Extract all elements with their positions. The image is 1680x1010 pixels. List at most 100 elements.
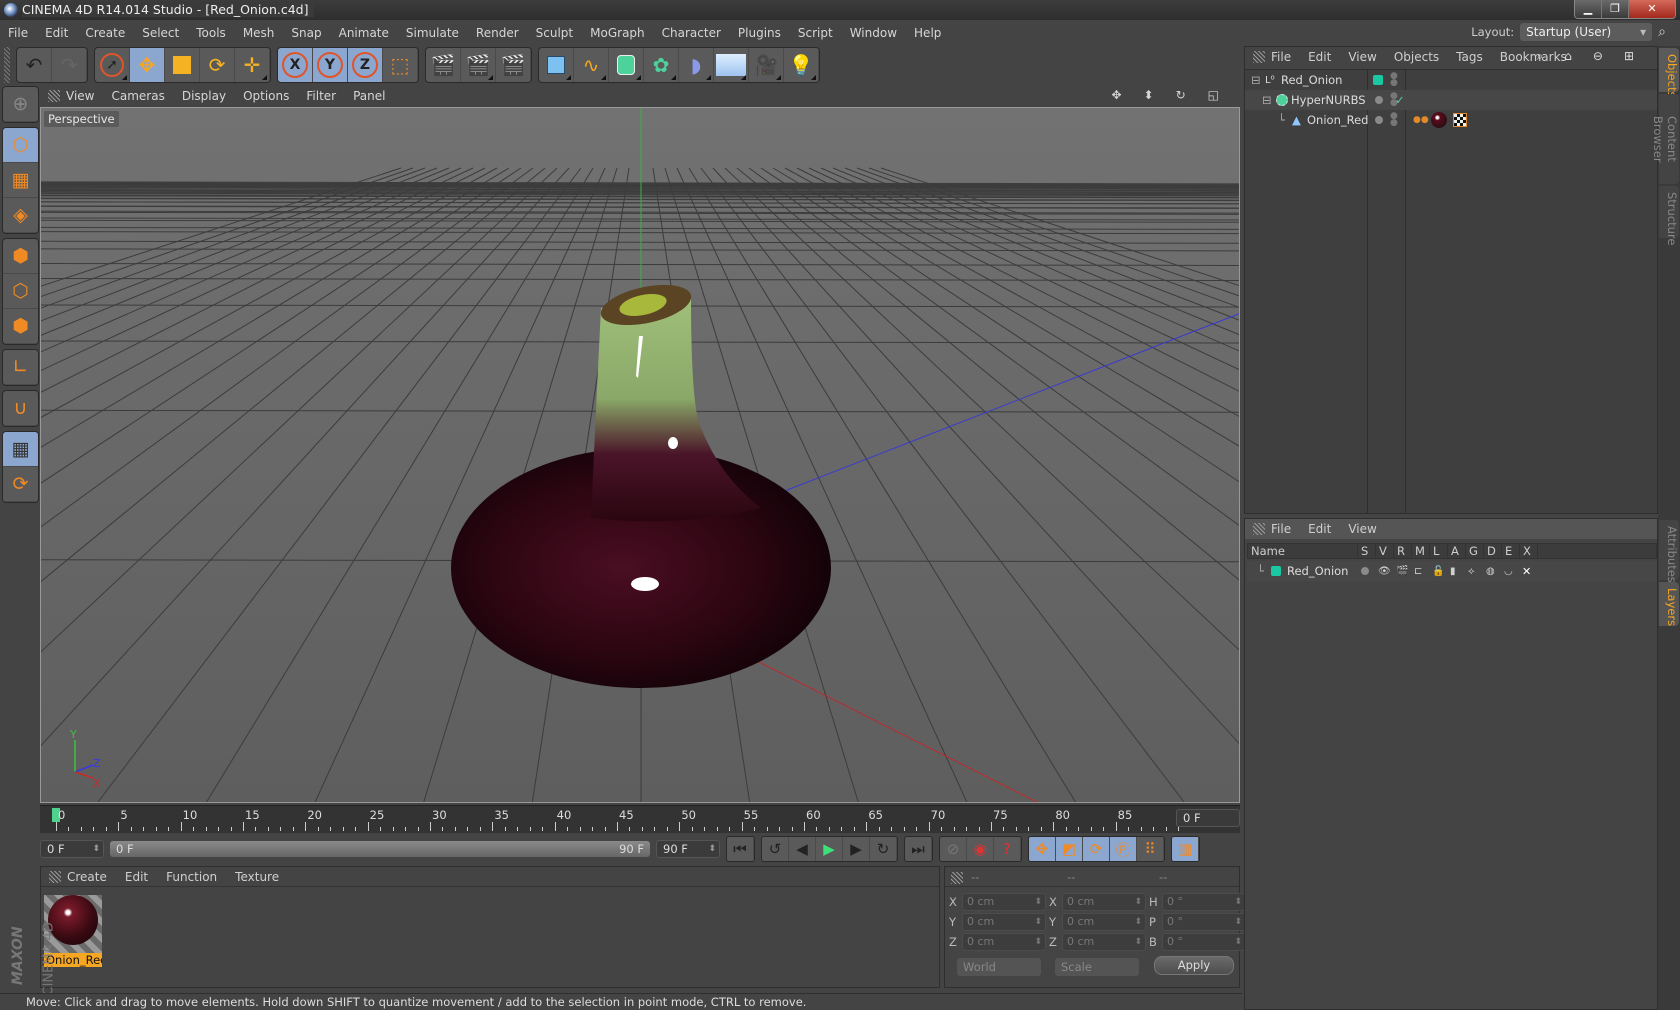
column-xrefs[interactable]: X — [1520, 544, 1538, 558]
xrefs-toggle-icon[interactable]: ✕ — [1522, 565, 1531, 578]
workplane-align-icon[interactable]: ⟳ — [3, 467, 38, 502]
timeline-icon[interactable]: ▥ — [1172, 837, 1199, 861]
z-axis-lock-icon[interactable]: Z — [348, 48, 383, 82]
column-expressions[interactable]: E — [1502, 544, 1520, 558]
search-icon[interactable]: ⌕ — [1537, 49, 1544, 64]
key-rotation-icon[interactable]: ⟳ — [1083, 837, 1110, 861]
position-z-field[interactable]: 0 cm — [962, 933, 1046, 951]
redo-icon[interactable]: ↷ — [52, 48, 87, 82]
generators-toggle-icon[interactable]: ⟡ — [1468, 566, 1475, 577]
x-axis-lock-icon[interactable]: X — [278, 48, 313, 82]
end-frame-field[interactable]: 90 F — [656, 840, 720, 858]
go-to-start-icon[interactable]: ⏮ — [727, 837, 754, 861]
rotation-b-field[interactable]: 0 ° — [1162, 933, 1246, 951]
tab-content-browser[interactable]: Content Browser — [1651, 94, 1679, 184]
search-icon[interactable]: ⌕ — [1658, 24, 1666, 40]
object-name[interactable]: Onion_Red — [1307, 113, 1368, 127]
object-manager-grip[interactable] — [1253, 51, 1265, 63]
autokeying-icon[interactable]: ? — [994, 837, 1021, 861]
material-grip[interactable] — [49, 871, 61, 883]
key-pla-icon[interactable]: ⠿ — [1137, 837, 1164, 861]
y-axis-lock-icon[interactable]: Y — [313, 48, 348, 82]
world-coordinate-icon[interactable]: ⬚ — [383, 48, 418, 82]
rotation-h-field[interactable]: 0 ° — [1162, 893, 1246, 911]
manager-toggle-icon[interactable]: ⊏ — [1414, 566, 1422, 577]
menu-plugins[interactable]: Plugins — [738, 26, 781, 40]
menu-sculpt[interactable]: Sculpt — [536, 26, 573, 40]
material-menu-create[interactable]: Create — [67, 870, 107, 884]
key-scale-icon[interactable]: ◩ — [1056, 837, 1083, 861]
collapse-icon[interactable]: ⊟ — [1251, 73, 1261, 87]
menu-edit[interactable]: Edit — [45, 26, 68, 40]
size-y-field[interactable]: 0 cm — [1062, 913, 1146, 931]
render-picture-viewer-icon[interactable]: 🎬 — [461, 48, 496, 82]
next-key-icon[interactable]: ↻ — [870, 837, 897, 861]
viewport-grip[interactable] — [48, 90, 60, 102]
lm-menu-view[interactable]: View — [1348, 522, 1376, 536]
menu-select[interactable]: Select — [142, 26, 179, 40]
viewport-menu-filter[interactable]: Filter — [306, 89, 336, 103]
size-z-field[interactable]: 0 cm — [1062, 933, 1146, 951]
deformers-toggle-icon[interactable]: ◍ — [1486, 566, 1495, 577]
undo-icon[interactable]: ↶ — [17, 48, 52, 82]
deformer-bend-icon[interactable]: ◗ — [679, 48, 714, 82]
material-tag-icon[interactable] — [1431, 112, 1447, 128]
spline-icon[interactable]: ∿ — [574, 48, 609, 82]
menu-tools[interactable]: Tools — [196, 26, 226, 40]
floor-icon[interactable] — [714, 48, 749, 82]
object-name[interactable]: HyperNURBS — [1291, 93, 1366, 107]
view-toggle-icon[interactable]: 👁 — [1378, 566, 1391, 577]
layer-color-swatch[interactable] — [1271, 566, 1281, 576]
menu-render[interactable]: Render — [476, 26, 519, 40]
om-menu-objects[interactable]: Objects — [1394, 50, 1439, 64]
points-mode-icon[interactable]: ⬢ — [3, 239, 38, 274]
editor-visibility-dot[interactable] — [1375, 96, 1383, 104]
layer-color-swatch[interactable] — [1373, 75, 1383, 85]
layer-row[interactable]: └ Red_Onion 👁 🎬 ⊏ 🔓 ▮ ⟡ ◍ ◡ ✕ — [1247, 561, 1657, 581]
animation-toggle-icon[interactable]: ▮ — [1450, 566, 1456, 577]
polygons-mode-icon[interactable]: ⬢ — [3, 309, 38, 344]
coordinate-mode-dropdown[interactable]: World — [957, 958, 1041, 976]
texture-tag-icon[interactable] — [1453, 113, 1467, 127]
previous-key-icon[interactable]: ↺ — [762, 837, 789, 861]
column-locked[interactable]: L — [1430, 544, 1448, 558]
viewport-menu-view[interactable]: View — [66, 89, 94, 103]
axis-mode-icon[interactable]: ∟ — [3, 350, 38, 385]
lock-toggle-icon[interactable]: 🔓 — [1432, 566, 1444, 577]
toolbar-grip[interactable] — [4, 47, 10, 83]
tab-structure[interactable]: Structure — [1659, 186, 1679, 246]
snap-magnet-icon[interactable]: ∪ — [3, 391, 38, 426]
column-deformers[interactable]: D — [1484, 544, 1502, 558]
object-row[interactable]: ⊟ L⁰ Red_Onion ● ● — [1245, 70, 1657, 90]
record-active-objects-icon[interactable]: ◉ — [967, 837, 994, 861]
column-name[interactable]: Name — [1248, 544, 1358, 558]
live-selection-icon[interactable]: ➚ — [95, 48, 130, 82]
menu-script[interactable]: Script — [798, 26, 833, 40]
apply-button[interactable]: Apply — [1154, 956, 1234, 975]
menu-snap[interactable]: Snap — [291, 26, 321, 40]
render-toggle-icon[interactable]: 🎬 — [1396, 566, 1408, 577]
make-editable-icon[interactable]: ⊕ — [3, 87, 38, 122]
dolly-icon[interactable]: ⬍ — [1144, 88, 1154, 102]
visibility-dots[interactable]: ● ● — [1390, 72, 1398, 88]
lm-menu-file[interactable]: File — [1271, 522, 1291, 536]
menu-file[interactable]: File — [8, 26, 28, 40]
workplane-mode-icon[interactable]: ◈ — [3, 198, 38, 233]
material-menu-function[interactable]: Function — [166, 870, 217, 884]
position-y-field[interactable]: 0 cm — [962, 913, 1046, 931]
tab-layers[interactable]: Layers — [1659, 582, 1679, 626]
cube-icon[interactable] — [539, 48, 574, 82]
position-x-field[interactable]: 0 cm — [962, 893, 1046, 911]
rotation-p-field[interactable]: 0 ° — [1162, 913, 1246, 931]
model-mode-icon[interactable]: ⬡ — [3, 128, 38, 163]
key-position-icon[interactable]: ✥ — [1029, 837, 1056, 861]
viewport-menu-cameras[interactable]: Cameras — [111, 89, 164, 103]
hypernurbs-icon[interactable] — [609, 48, 644, 82]
render-settings-icon[interactable]: 🎬 — [496, 48, 531, 82]
object-row[interactable]: └ ▲ Onion_Red ● ● ●● — [1245, 110, 1657, 130]
locked-workplane-icon[interactable]: ▦ — [3, 432, 38, 467]
column-manager[interactable]: M — [1412, 544, 1430, 558]
edges-mode-icon[interactable]: ⬡ — [3, 274, 38, 309]
om-menu-view[interactable]: View — [1348, 50, 1376, 64]
column-generators[interactable]: G — [1466, 544, 1484, 558]
